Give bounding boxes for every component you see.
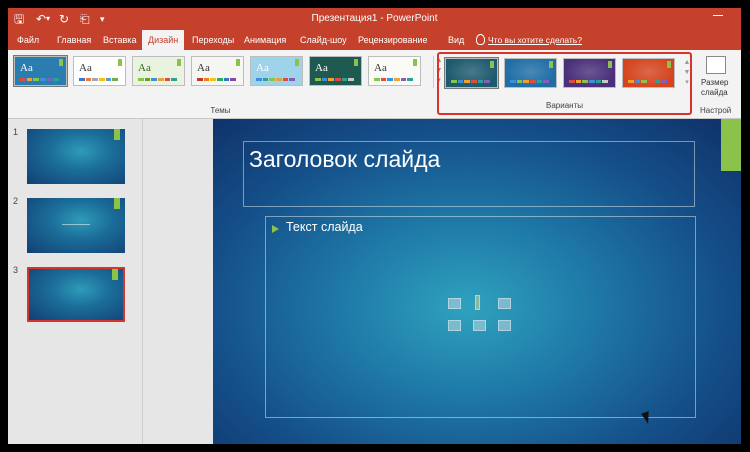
slide-size-icon: [706, 56, 726, 74]
editing-area: Заголовок слайда Текст слайда: [143, 119, 741, 444]
tab-review[interactable]: Рецензирование: [358, 30, 428, 50]
ribbon-tabs: Файл Главная Вставка Дизайн Переходы Ани…: [8, 30, 741, 50]
slide-thumbnail[interactable]: [27, 267, 125, 322]
variant-accent-flag: [608, 61, 612, 68]
content-placeholder[interactable]: Текст слайда: [265, 216, 696, 418]
theme-accent-flag: [118, 59, 122, 66]
theme-color-stripe: [20, 78, 60, 81]
theme-accent-flag: [413, 59, 417, 66]
variants-gallery-scroll[interactable]: ▲ ▼ ▾: [683, 58, 691, 88]
theme-sample-text: Aa: [20, 62, 33, 74]
theme-thumbnail[interactable]: Aa: [368, 56, 421, 86]
tab-home[interactable]: Главная: [57, 30, 91, 50]
variant-thumbnail[interactable]: [563, 58, 616, 88]
customize-group-label: Настрой: [700, 106, 732, 115]
slide-thumbnail[interactable]: [27, 198, 125, 253]
variants-group: ▲ ▼ ▾ Варианты: [437, 52, 692, 115]
theme-color-stripe: [79, 78, 119, 81]
theme-color-stripe: [256, 78, 296, 81]
tab-slideshow[interactable]: Слайд-шоу: [300, 30, 347, 50]
bullet-icon: [272, 225, 279, 233]
ribbon-design: Aa Aa Aa Aa Aa Aa Aa ▲ ▼ ▾ Темы ▲ ▼ ▾ Варианты Раз…: [8, 50, 741, 119]
variant-color-stripe: [451, 80, 491, 83]
tab-view[interactable]: Вид: [448, 30, 464, 50]
tab-design[interactable]: Дизайн: [142, 30, 185, 50]
lightbulb-icon: [476, 34, 485, 45]
video-icon[interactable]: [498, 320, 511, 331]
slide-number: 2: [13, 196, 19, 206]
thumbnail-accent-bar: [112, 269, 118, 280]
online-picture-icon[interactable]: [473, 320, 486, 331]
theme-thumbnail[interactable]: Aa: [191, 56, 244, 86]
chart-icon[interactable]: [475, 295, 480, 310]
thumbnail-accent-bar: [114, 129, 120, 140]
slide-thumbnails-panel: 1 2 3: [8, 119, 143, 444]
theme-sample-text: Aa: [256, 62, 269, 74]
variant-thumbnail[interactable]: [444, 57, 499, 89]
slide-body-text[interactable]: Текст слайда: [286, 220, 363, 234]
slide-thumbnail[interactable]: [27, 129, 125, 184]
themes-group-label: Темы: [210, 106, 231, 115]
variant-accent-flag: [549, 61, 553, 68]
title-placeholder[interactable]: Заголовок слайда: [243, 141, 695, 207]
theme-sample-text: Aa: [315, 62, 328, 74]
tell-me-search[interactable]: Что вы хотите сделать?: [476, 30, 582, 50]
theme-accent-flag: [236, 59, 240, 66]
theme-accent-flag: [59, 59, 63, 66]
variant-color-stripe: [628, 80, 668, 83]
powerpoint-window: 🖫 ↶ ▾ ↻ ⎗ ▾ Презентация1 - PowerPoint Фа…: [8, 8, 741, 444]
slide-number: 1: [13, 127, 19, 137]
variant-thumbnail[interactable]: [504, 58, 557, 88]
minimize-icon[interactable]: [711, 8, 725, 22]
theme-sample-text: Aa: [138, 62, 151, 74]
theme-sample-text: Aa: [374, 62, 387, 74]
green-accent-bar: [721, 119, 741, 171]
theme-sample-text: Aa: [197, 62, 210, 74]
theme-sample-text: Aa: [79, 62, 92, 74]
theme-color-stripe: [138, 78, 178, 81]
theme-color-stripe: [197, 78, 237, 81]
slide-number: 3: [13, 265, 19, 275]
slide-canvas: Заголовок слайда Текст слайда: [213, 119, 741, 444]
slide-title[interactable]: Заголовок слайда: [249, 146, 440, 173]
smartart-icon[interactable]: [498, 298, 511, 309]
tab-file[interactable]: Файл: [17, 30, 39, 50]
title-bar: 🖫 ↶ ▾ ↻ ⎗ ▾ Презентация1 - PowerPoint: [8, 8, 741, 30]
theme-accent-flag: [177, 59, 181, 66]
table-icon[interactable]: [448, 298, 461, 309]
variant-accent-flag: [490, 61, 494, 68]
theme-thumbnail[interactable]: Aa: [309, 56, 362, 86]
slide-size-label: Размер слайда: [701, 78, 729, 97]
variant-accent-flag: [667, 61, 671, 68]
theme-accent-flag: [295, 59, 299, 66]
variant-color-stripe: [569, 80, 609, 83]
variants-group-label: Варианты: [546, 101, 583, 110]
variant-thumbnail[interactable]: [622, 58, 675, 88]
slide-size-button[interactable]: Размер слайда: [698, 56, 738, 106]
window-title: Презентация1 - PowerPoint: [311, 13, 438, 24]
picture-icon[interactable]: [448, 320, 461, 331]
theme-thumbnail[interactable]: Aa: [250, 56, 303, 86]
theme-accent-flag: [354, 59, 358, 66]
theme-color-stripe: [374, 78, 414, 81]
tab-animations[interactable]: Анимация: [244, 30, 286, 50]
tell-me-text: Что вы хотите сделать?: [488, 35, 582, 45]
thumbnail-accent-bar: [114, 198, 120, 209]
theme-thumbnail[interactable]: Aa: [132, 56, 185, 86]
tab-transitions[interactable]: Переходы: [192, 30, 234, 50]
theme-color-stripe: [315, 78, 355, 81]
tab-insert[interactable]: Вставка: [103, 30, 136, 50]
theme-thumbnail[interactable]: Aa: [13, 55, 68, 87]
thumbnail-title-line: [62, 224, 90, 225]
variant-color-stripe: [510, 80, 550, 83]
theme-thumbnail[interactable]: Aa: [73, 56, 126, 86]
